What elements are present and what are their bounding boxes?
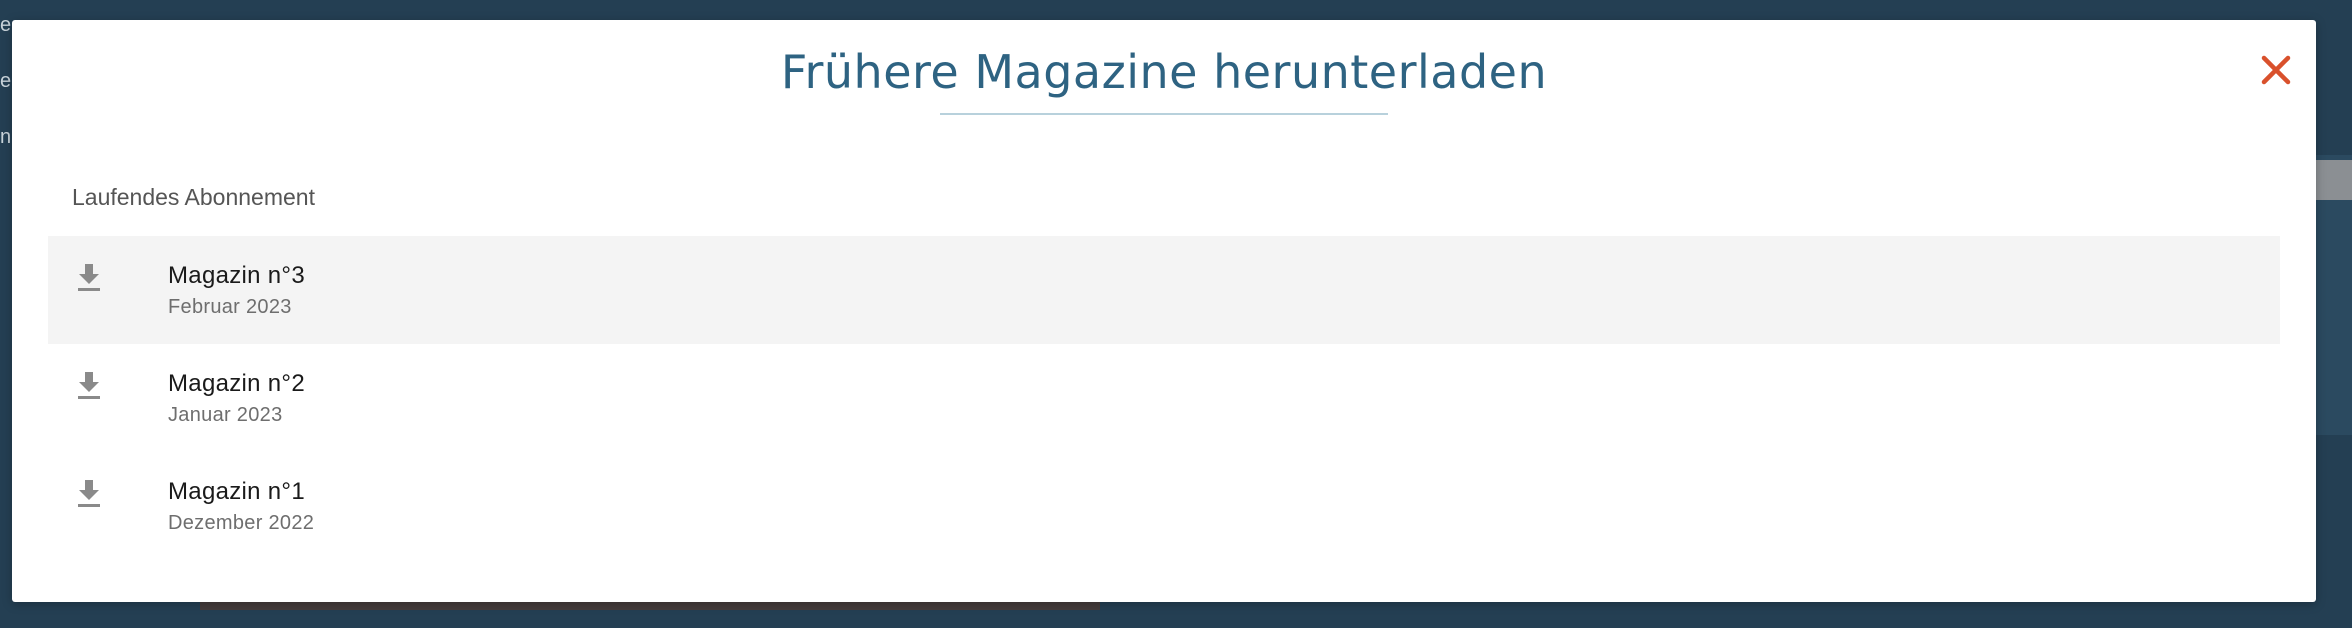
download-icon[interactable] (76, 370, 102, 400)
close-icon (2261, 55, 2291, 85)
section-label: Laufendes Abonnement (72, 184, 315, 210)
download-icon[interactable] (76, 262, 102, 292)
background-text: e (0, 70, 12, 92)
magazine-item[interactable]: Magazin n°3 Februar 2023 (48, 236, 2280, 344)
magazine-date: Dezember 2022 (168, 512, 315, 534)
background-text: e (0, 14, 12, 36)
magazine-list: Magazin n°3 Februar 2023 Magazin n°2 Jan… (48, 236, 2280, 560)
magazine-date: Januar 2023 (168, 404, 283, 426)
download-icon[interactable] (76, 478, 102, 508)
background-scrollbar (2312, 160, 2352, 200)
magazine-item[interactable]: Magazin n°2 Januar 2023 (48, 344, 2280, 452)
download-modal: Frühere Magazine herunterladen Laufendes… (12, 20, 2316, 602)
background-text: n (0, 126, 12, 148)
magazine-title[interactable]: Magazin n°2 (168, 370, 305, 398)
magazine-title[interactable]: Magazin n°1 (168, 478, 305, 506)
magazine-title[interactable]: Magazin n°3 (168, 262, 305, 290)
title-underline (940, 113, 1388, 115)
magazine-date: Februar 2023 (168, 296, 292, 318)
close-button[interactable] (2254, 48, 2298, 92)
modal-title: Frühere Magazine herunterladen (780, 45, 1548, 99)
magazine-item[interactable]: Magazin n°1 Dezember 2022 (48, 452, 2280, 560)
